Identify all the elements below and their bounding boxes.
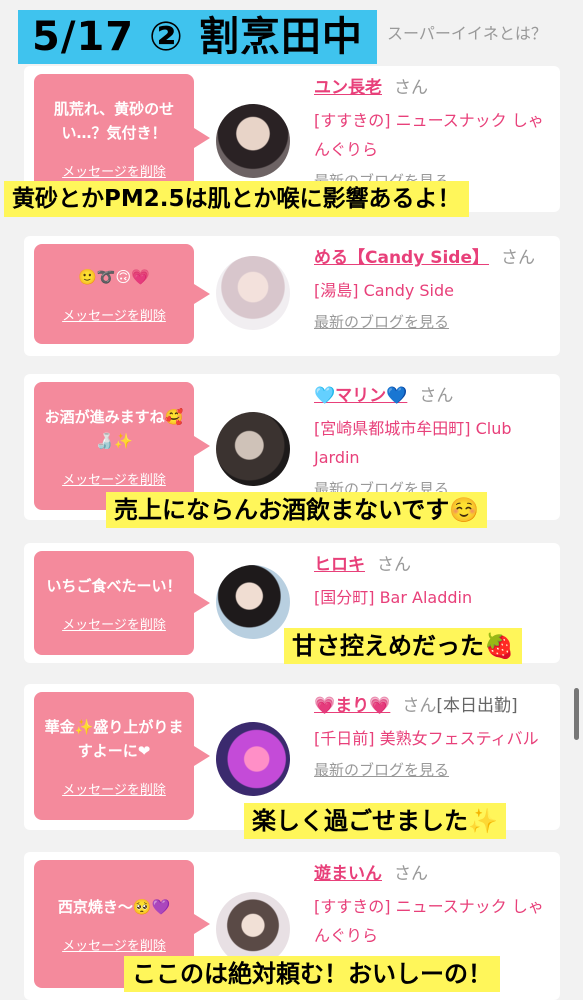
avatar[interactable] (216, 565, 290, 639)
delete-message-link[interactable]: メッセージを削除 (62, 161, 166, 180)
caption-overlay: 黄砂とかPM2.5は肌とか喉に影響あるよ！ (4, 181, 469, 217)
message-text: お酒が進みますね🥰🍶✨ (44, 407, 184, 450)
date-title-banner: 5/17 ② 割烹田中 (18, 10, 377, 64)
super-iine-link[interactable]: スーパーイイネとは？ (387, 20, 547, 44)
caption-overlay: 甘さ控えめだった🍓 (284, 628, 522, 664)
avatar[interactable] (216, 722, 290, 796)
shop-name: [千日前] 美熟女フェスティバル (314, 729, 539, 748)
shop-name: [すすきの] ニュースナック しゃんぐりら (314, 897, 544, 945)
honorific: さん (377, 555, 411, 575)
avatar[interactable] (216, 256, 290, 330)
honorific: さん (394, 78, 428, 98)
delete-message-link[interactable]: メッセージを削除 (62, 305, 166, 324)
avatar[interactable] (216, 892, 290, 966)
shop-name: [すすきの] ニュースナック しゃんぐりら (314, 111, 544, 159)
honorific: さん (501, 248, 535, 268)
message-text: いちご食べたーい！ (46, 576, 182, 595)
avatar[interactable] (216, 412, 290, 486)
working-today-status: [本日出勤] (436, 696, 518, 716)
latest-blog-link[interactable]: 最新のブログを見る (314, 311, 554, 332)
scrollbar[interactable] (574, 688, 579, 740)
shop-name: [宮崎県都城市牟田町] Club Jardin (314, 419, 512, 467)
caption-overlay: 楽しく過ごせました✨ (244, 803, 506, 839)
message-bubble: いちご食べたーい！ メッセージを削除 (34, 551, 210, 655)
shop-name: [湯島] Candy Side (314, 281, 455, 300)
latest-blog-link[interactable]: 最新のブログを見る (314, 759, 554, 780)
cast-name-link[interactable]: 遊まいん (314, 864, 382, 884)
cast-name-link[interactable]: める【Candy Side】 (314, 248, 489, 268)
delete-message-link[interactable]: メッセージを削除 (62, 779, 166, 798)
cast-name-link[interactable]: ヒロキ (314, 555, 365, 575)
cast-info: 遊まいん さん [すすきの] ニュースナック しゃんぐりら (314, 860, 554, 950)
cast-info: 💗まり💗 さん[本日出勤] [千日前] 美熟女フェスティバル 最新のブログを見る (314, 692, 554, 780)
shop-name: [国分町] Bar Aladdin (314, 588, 473, 607)
cast-info: 🩵マリン💙 さん [宮崎県都城市牟田町] Club Jardin 最新のブログを見… (314, 382, 554, 499)
caption-overlay: 売上にならんお酒飲まないです☺️ (106, 492, 488, 528)
message-text: 華金✨盛り上がりますよーに❤ (44, 717, 184, 760)
cast-info: ヒロキ さん [国分町] Bar Aladdin (314, 551, 554, 612)
honorific: さん (419, 386, 454, 406)
caption-overlay: ここのは絶対頼む！おいしーの！ (124, 956, 500, 992)
honorific: さん (402, 696, 437, 716)
honorific: さん (394, 864, 428, 884)
message-text: 🙂➰🙃💗 (78, 267, 150, 286)
message-text: 西京焼き〜🥺💜 (57, 897, 171, 916)
cast-name-link[interactable]: 💗まり💗 (314, 696, 390, 716)
message-text: 肌荒れ、黄砂のせい…？気付き！ (53, 99, 175, 142)
message-bubble: 華金✨盛り上がりますよーに❤ メッセージを削除 (34, 692, 210, 820)
delete-message-link[interactable]: メッセージを削除 (62, 614, 166, 633)
cast-name-link[interactable]: ユン長老 (314, 78, 382, 98)
cast-info: ユン長老さん [すすきの] ニュースナック しゃんぐりら 最新のブログを見る (314, 74, 554, 191)
delete-message-link[interactable]: メッセージを削除 (62, 469, 166, 488)
top-bar: スーパーイイネとは？ 5/17 ② 割烹田中 (0, 0, 583, 64)
avatar[interactable] (216, 104, 290, 178)
message-card: 🙂➰🙃💗 メッセージを削除 める【Candy Side】 さん [湯島] Cand… (24, 236, 560, 356)
cast-info: める【Candy Side】 さん [湯島] Candy Side 最新のブログを… (314, 244, 554, 332)
message-bubble: 🙂➰🙃💗 メッセージを削除 (34, 244, 210, 344)
message-bubble: お酒が進みますね🥰🍶✨ メッセージを削除 (34, 382, 210, 510)
delete-message-link[interactable]: メッセージを削除 (62, 935, 166, 954)
cast-name-link[interactable]: 🩵マリン💙 (314, 386, 407, 406)
